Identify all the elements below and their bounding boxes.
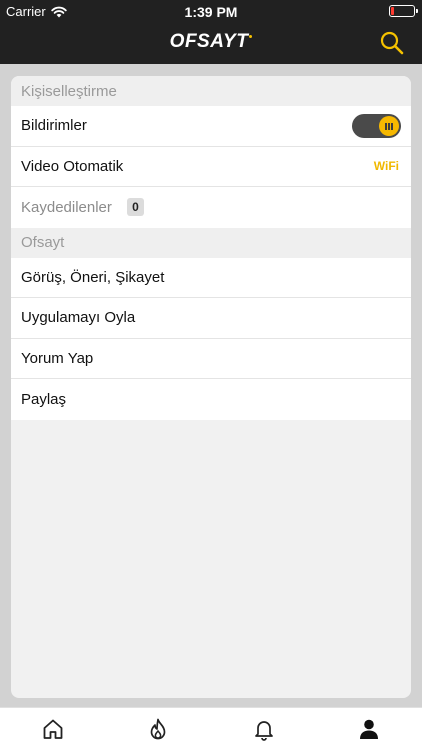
flame-icon[interactable] <box>146 717 170 741</box>
logo-dot <box>249 35 253 38</box>
feedback-label: Görüş, Öneri, Şikayet <box>21 268 165 286</box>
section-header-ofsayt: Ofsayt <box>11 227 411 258</box>
video-autoplay-row[interactable]: Video Otomatik WiFi <box>11 146 411 187</box>
home-icon[interactable] <box>41 717 65 741</box>
notifications-row[interactable]: Bildirimler <box>11 106 411 147</box>
tab-bar <box>0 707 422 750</box>
video-autoplay-value: WiFi <box>373 159 399 174</box>
app-logo: OFSAYT <box>0 31 422 53</box>
nav-bar: OFSAYT <box>0 22 422 64</box>
status-bar: Carrier 1:39 PM <box>0 0 422 22</box>
rate-app-row[interactable]: Uygulamayı Oyla <box>11 298 411 339</box>
battery-cap <box>416 9 418 13</box>
status-time: 1:39 PM <box>184 4 238 20</box>
toggle-knob <box>379 116 399 136</box>
write-review-row[interactable]: Yorum Yap <box>11 338 411 379</box>
settings-card: Kişiselleştirme Bildirimler Video Otomat… <box>11 76 411 698</box>
profile-icon[interactable] <box>357 717 381 741</box>
share-label: Paylaş <box>21 390 67 408</box>
section-header-personalization: Kişiselleştirme <box>11 76 411 106</box>
logo-text: OFSAYT <box>169 31 249 52</box>
video-autoplay-label: Video Otomatik <box>21 157 124 175</box>
rate-app-label: Uygulamayı Oyla <box>21 309 136 327</box>
notifications-label: Bildirimler <box>21 117 87 135</box>
feedback-row[interactable]: Görüş, Öneri, Şikayet <box>11 257 411 298</box>
bell-icon[interactable] <box>252 717 276 741</box>
saved-items-row[interactable]: Kaydedilenler 0 <box>11 187 411 228</box>
notifications-toggle[interactable] <box>352 114 401 138</box>
search-icon[interactable] <box>378 29 406 57</box>
battery-icon <box>389 5 418 17</box>
saved-count-badge: 0 <box>126 198 144 217</box>
write-review-label: Yorum Yap <box>21 349 94 367</box>
saved-items-label: Kaydedilenler <box>21 198 112 216</box>
share-row[interactable]: Paylaş <box>11 379 411 420</box>
battery-level <box>391 7 394 15</box>
